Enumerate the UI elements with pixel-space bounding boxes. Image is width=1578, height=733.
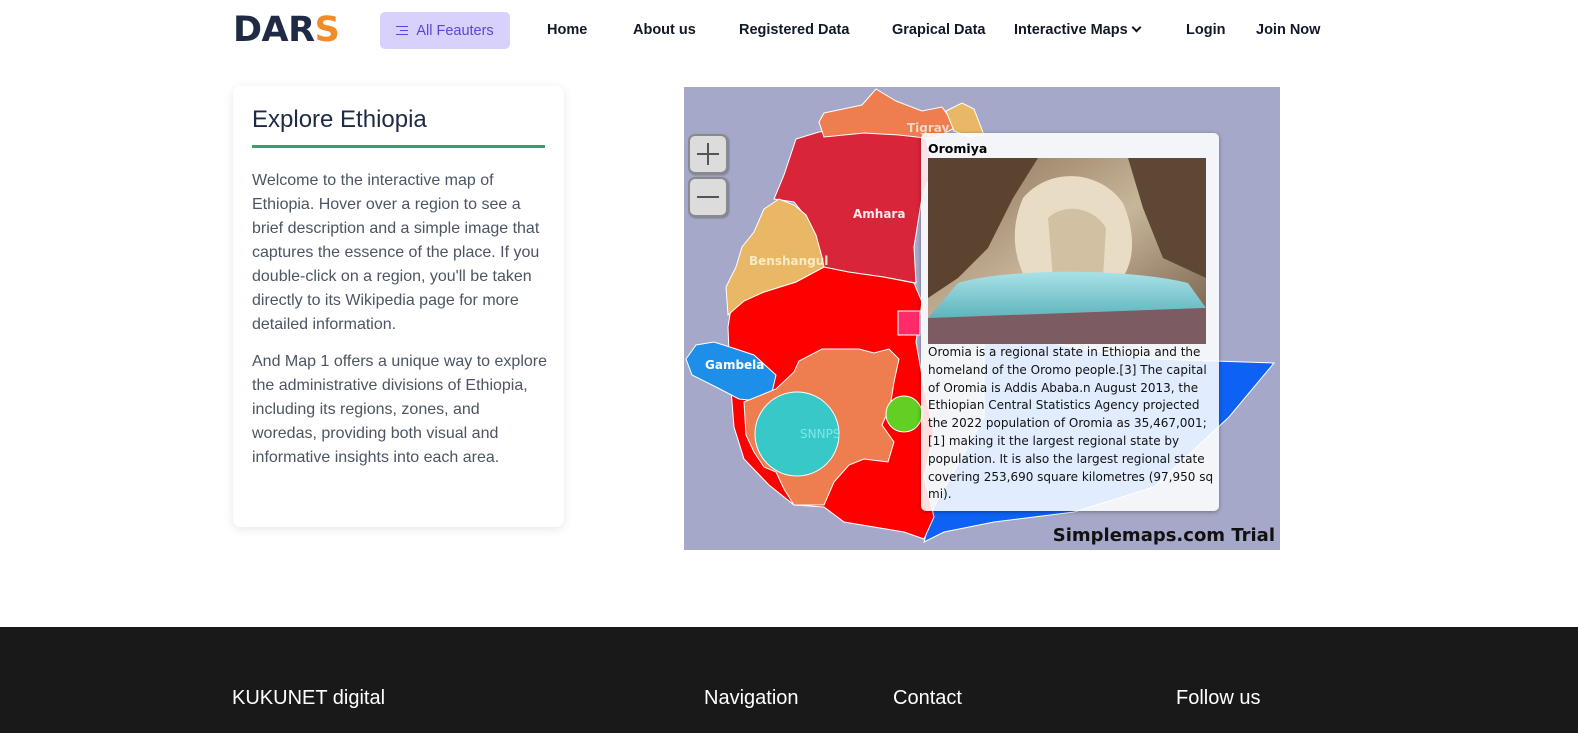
nav-registered-data[interactable]: Registered Data bbox=[739, 22, 849, 38]
tooltip-description: Oromia is a regional state in Ethiopia a… bbox=[928, 345, 1214, 502]
map-watermark: Simplemaps.com Trial bbox=[1052, 525, 1275, 546]
title-underline bbox=[252, 145, 545, 148]
nav-about-us[interactable]: About us bbox=[633, 22, 696, 38]
chevron-down-icon bbox=[1131, 22, 1142, 33]
tooltip-image bbox=[928, 158, 1206, 344]
nav-graphical-data[interactable]: Grapical Data bbox=[892, 22, 986, 38]
nav-login[interactable]: Login bbox=[1186, 22, 1225, 38]
tooltip-title: Oromiya bbox=[928, 141, 988, 156]
explore-map-text: And Map 1 offers a unique way to explore… bbox=[252, 353, 547, 466]
label-gambela: Gambela bbox=[705, 358, 764, 372]
footer-brand: KUKUNET digital bbox=[232, 687, 386, 709]
explore-card: Explore Ethiopia Welcome to the interact… bbox=[233, 86, 564, 527]
zoom-out-button[interactable] bbox=[688, 177, 728, 217]
zoom-in-button[interactable] bbox=[688, 134, 728, 174]
nav-interactive-maps-label: Interactive Maps bbox=[1014, 22, 1128, 38]
footer-navigation-heading: Navigation bbox=[704, 687, 799, 709]
label-amhara: Amhara bbox=[853, 207, 905, 221]
marker-square[interactable] bbox=[897, 310, 921, 336]
nav-home[interactable]: Home bbox=[547, 22, 587, 38]
all-features-label: All Feauters bbox=[416, 22, 494, 39]
region-afar[interactable] bbox=[945, 102, 985, 138]
label-benshangul: Benshangul bbox=[749, 254, 828, 268]
nav-join-now[interactable]: Join Now bbox=[1256, 22, 1320, 38]
explore-title: Explore Ethiopia bbox=[252, 106, 427, 133]
brand-accent: S bbox=[314, 10, 340, 50]
navbar: DARS All Feauters Home About us Register… bbox=[0, 0, 1578, 62]
region-tooltip: Oromiya Oromia is a regional state in Et… bbox=[921, 133, 1219, 511]
explore-intro-text: Welcome to the interactive map of Ethiop… bbox=[252, 172, 540, 333]
all-features-button[interactable]: All Feauters bbox=[380, 12, 510, 49]
brand-prefix: DAR bbox=[233, 10, 315, 50]
ethiopia-map[interactable]: Tigray Amhara Benshangul Gambela SNNPS S… bbox=[684, 87, 1280, 550]
menu-icon bbox=[396, 25, 409, 36]
footer-contact-heading: Contact bbox=[893, 687, 962, 709]
footer-follow-heading: Follow us bbox=[1176, 687, 1261, 709]
nav-interactive-maps[interactable]: Interactive Maps bbox=[1014, 22, 1142, 38]
footer: KUKUNET digital Navigation Contact Follo… bbox=[0, 627, 1578, 733]
brand-logo[interactable]: DARS bbox=[233, 10, 340, 50]
marker-small[interactable] bbox=[885, 395, 923, 433]
label-snnps: SNNPS bbox=[800, 427, 840, 441]
